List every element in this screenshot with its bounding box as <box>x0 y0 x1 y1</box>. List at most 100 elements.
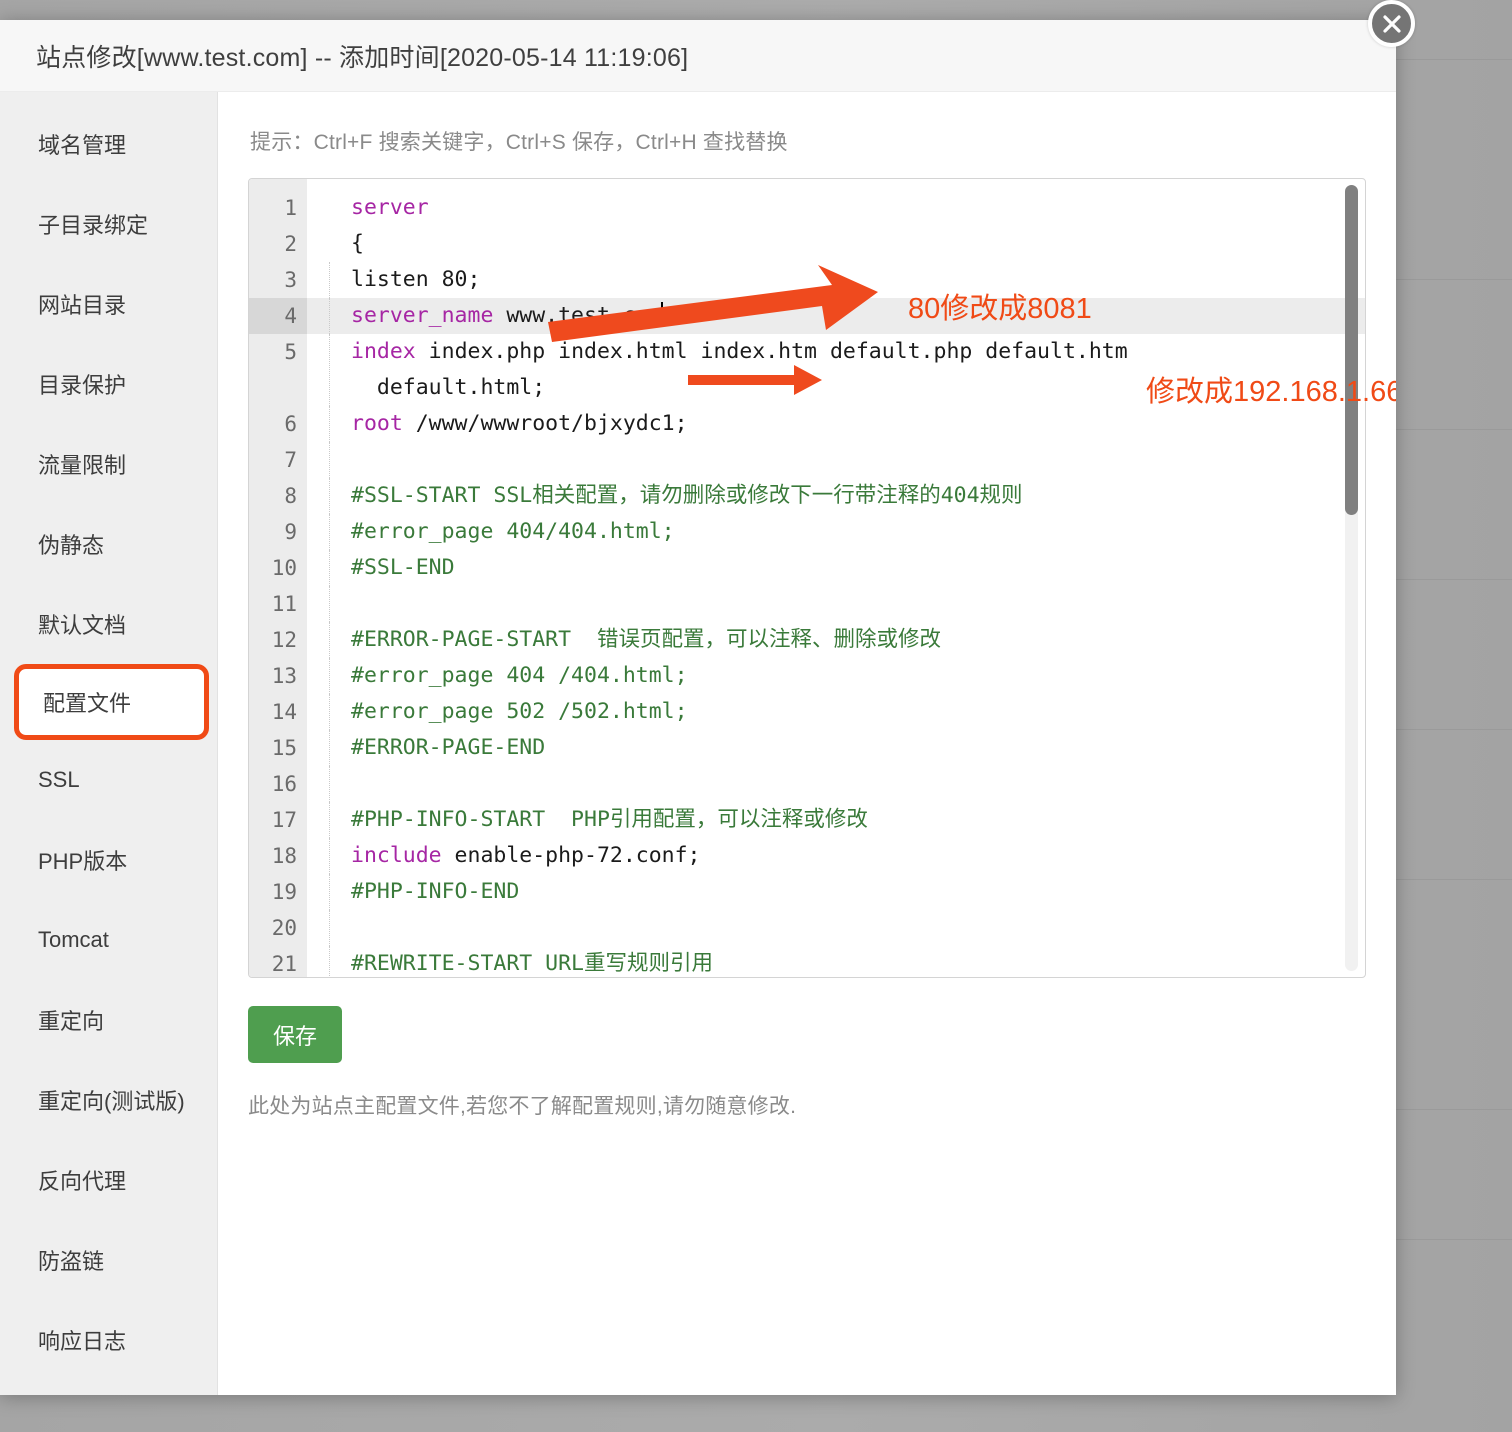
code-line[interactable]: root /www/wwwroot/bjxydc1; <box>307 406 1365 442</box>
code-line[interactable]: { <box>307 226 1365 262</box>
code-line[interactable]: #PHP-INFO-START PHP引用配置，可以注释或修改 <box>307 802 1365 838</box>
code-area[interactable]: server {listen 80; server_name www.test.co… <box>307 179 1365 977</box>
line-number: 16 <box>271 772 297 796</box>
sidebar-item-5[interactable]: 伪静态 <box>0 504 217 584</box>
code-token: root <box>351 411 403 436</box>
sidebar-item-2[interactable]: 网站目录 <box>0 264 217 344</box>
line-number: 5 <box>284 340 297 364</box>
line-number-continuation: . <box>249 370 297 406</box>
modal-titlebar: 站点修改[www.test.com] -- 添加时间[2020-05-14 11… <box>0 20 1396 92</box>
backdrop-row <box>1390 580 1512 730</box>
code-token: ; <box>661 303 675 328</box>
code-line-text: root /www/wwwroot/bjxydc1; <box>329 406 688 442</box>
code-line-text: #REWRITE-START URL重写规则引用 <box>329 946 713 977</box>
code-line-text: #error_page 404 /404.html; <box>329 658 688 694</box>
code-line[interactable]: include enable-php-72.conf; <box>307 838 1365 874</box>
indent-guide <box>329 586 330 622</box>
sidebar-item-label: 默认文档 <box>38 613 127 638</box>
code-line[interactable]: #ERROR-PAGE-END <box>307 730 1365 766</box>
code-token: server_name <box>351 303 494 328</box>
code-line[interactable] <box>307 910 1365 946</box>
code-line[interactable]: #PHP-INFO-END <box>307 874 1365 910</box>
code-token: #error_page 404/404.html; <box>351 519 675 544</box>
line-number: 8 <box>284 484 297 508</box>
close-button[interactable] <box>1368 0 1415 47</box>
line-number: 4 <box>249 298 307 334</box>
backdrop-table-rows <box>1390 0 1512 1432</box>
sidebar-item-label: 重定向 <box>38 1009 105 1034</box>
code-token: #REWRITE-START URL重写规则引用 <box>351 951 713 976</box>
code-line[interactable]: #SSL-START SSL相关配置，请勿删除或修改下一行带注释的404规则 <box>307 478 1365 514</box>
editor-scrollbar[interactable] <box>1345 185 1358 971</box>
save-button[interactable]: 保存 <box>248 1006 342 1063</box>
line-number: 21 <box>271 952 297 976</box>
code-token: #PHP-INFO-END <box>351 879 520 904</box>
sidebar-item-14[interactable]: 防盗链 <box>0 1220 217 1300</box>
code-line[interactable]: server <box>307 190 1365 226</box>
code-line[interactable] <box>307 442 1365 478</box>
sidebar-item-4[interactable]: 流量限制 <box>0 424 217 504</box>
sidebar-item-7[interactable]: 配置文件 <box>14 664 209 740</box>
code-line-text: #PHP-INFO-START PHP引用配置，可以注释或修改 <box>329 802 868 838</box>
code-line-text: listen 80; <box>329 262 480 298</box>
sidebar-item-10[interactable]: Tomcat <box>0 900 217 980</box>
backdrop-row <box>1390 1110 1512 1240</box>
backdrop-row <box>1390 1240 1512 1432</box>
code-line[interactable]: #error_page 404/404.html; <box>307 514 1365 550</box>
sidebar-item-13[interactable]: 反向代理 <box>0 1140 217 1220</box>
sidebar-item-0[interactable]: 域名管理 <box>0 104 217 184</box>
backdrop-row <box>1390 730 1512 880</box>
code-line[interactable]: #ERROR-PAGE-START 错误页配置，可以注释、删除或修改 <box>307 622 1365 658</box>
code-token: #SSL-START SSL相关配置，请勿删除或修改下一行带注释的404规则 <box>351 483 1023 508</box>
sidebar-item-label: 配置文件 <box>43 691 132 716</box>
code-token: index.php index.html index.htm default.p… <box>376 339 1128 400</box>
config-code-editor[interactable]: 12345.6789101112131415161718192021 serve… <box>248 178 1366 978</box>
code-token: #error_page 404 /404.html; <box>351 663 688 688</box>
line-number: 6 <box>284 412 297 436</box>
sidebar-item-15[interactable]: 响应日志 <box>0 1300 217 1380</box>
line-number: 18 <box>271 844 297 868</box>
code-line[interactable]: listen 80; <box>307 262 1365 298</box>
sidebar-item-8[interactable]: SSL <box>0 740 217 820</box>
code-line[interactable]: #SSL-END <box>307 550 1365 586</box>
code-line[interactable]: #error_page 502 /502.html; <box>307 694 1365 730</box>
sidebar-item-9[interactable]: PHP版本 <box>0 820 217 900</box>
code-line[interactable] <box>307 766 1365 802</box>
code-line-text: #error_page 404/404.html; <box>329 514 675 550</box>
code-line-text: #SSL-END <box>329 550 455 586</box>
code-line[interactable]: #error_page 404 /404.html; <box>307 658 1365 694</box>
line-number: 1 <box>284 196 297 220</box>
sidebar-item-6[interactable]: 默认文档 <box>0 584 217 664</box>
code-line[interactable] <box>307 586 1365 622</box>
code-line[interactable]: index index.php index.html index.htm def… <box>307 334 1365 406</box>
line-number: 3 <box>284 268 297 292</box>
code-line-text: { <box>329 226 364 262</box>
indent-guide <box>329 550 330 586</box>
code-line-text: include enable-php-72.conf; <box>329 838 701 874</box>
indent-guide <box>329 262 330 298</box>
indent-guide <box>329 874 330 910</box>
line-number: 15 <box>271 736 297 760</box>
code-line[interactable]: server_name www.test.com; <box>307 298 1365 334</box>
sidebar-item-3[interactable]: 目录保护 <box>0 344 217 424</box>
code-token: enable-php-72.conf; <box>441 843 701 868</box>
backdrop-row <box>1390 280 1512 430</box>
indent-guide <box>329 334 330 406</box>
editor-scrollbar-thumb[interactable] <box>1345 185 1358 515</box>
sidebar-item-label: 防盗链 <box>38 1249 105 1274</box>
sidebar-item-label: Tomcat <box>38 927 109 952</box>
line-number: 14 <box>271 700 297 724</box>
code-token: #PHP-INFO-START PHP引用配置，可以注释或修改 <box>351 807 868 832</box>
code-token: www.test.com <box>493 303 662 328</box>
backdrop-row <box>1390 880 1512 1110</box>
indent-guide <box>329 730 330 766</box>
code-token: #SSL-END <box>351 555 455 580</box>
line-number: 12 <box>271 628 297 652</box>
sidebar-item-12[interactable]: 重定向(测试版) <box>0 1060 217 1140</box>
indent-guide <box>329 658 330 694</box>
sidebar-item-11[interactable]: 重定向 <box>0 980 217 1060</box>
backdrop-row <box>1390 430 1512 580</box>
sidebar-item-1[interactable]: 子目录绑定 <box>0 184 217 264</box>
sidebar-item-label: 域名管理 <box>38 133 127 158</box>
code-line[interactable]: #REWRITE-START URL重写规则引用 <box>307 946 1365 977</box>
